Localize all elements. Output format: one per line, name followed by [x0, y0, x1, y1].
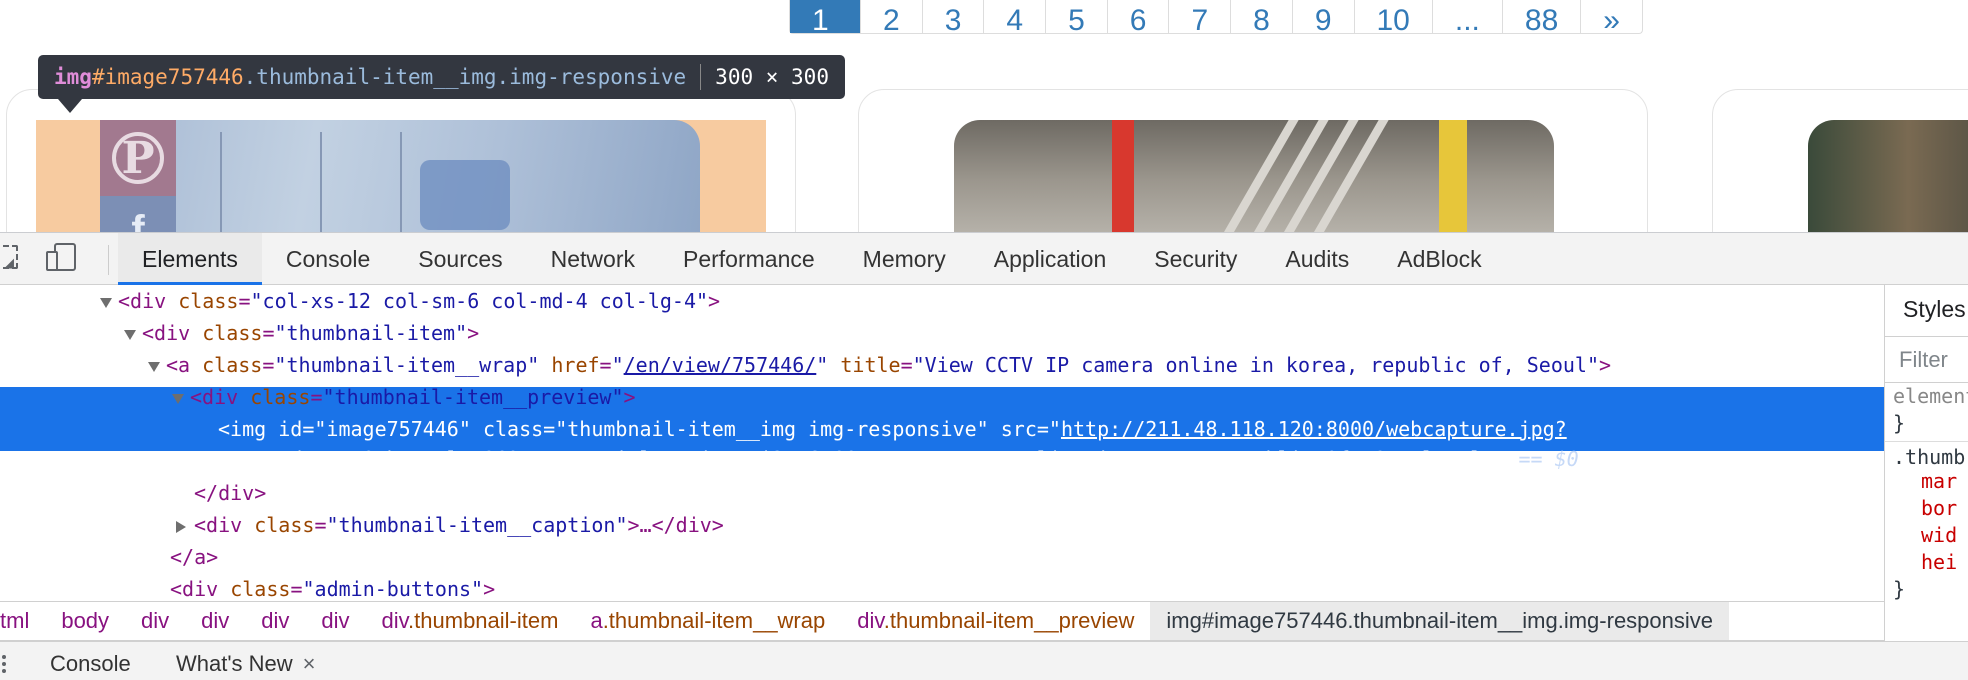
dom-node[interactable]: <div class="thumbnail-item__preview"> — [0, 381, 1884, 413]
tooltip-divider — [700, 64, 702, 90]
tab-adblock[interactable]: AdBlock — [1373, 233, 1505, 285]
dom-node[interactable]: <div class="col-xs-12 col-sm-6 col-md-4 … — [0, 285, 1884, 317]
devtools-tabs: Elements Console Sources Network Perform… — [118, 233, 1506, 285]
devtools-drawer: Console What's New × — [0, 641, 1968, 680]
drawer-menu-icon[interactable] — [0, 652, 12, 676]
tab-performance[interactable]: Performance — [659, 233, 839, 285]
css-property[interactable]: hei — [1885, 549, 1968, 576]
expand-triangle-icon[interactable] — [176, 520, 186, 533]
collapse-triangle-icon[interactable] — [124, 329, 136, 340]
pagination: 1 2 3 4 5 6 7 8 9 10 ... 88 » — [789, 0, 1643, 34]
breadcrumb: tml body div div div div div.thumbnail-i… — [0, 601, 1884, 641]
camera-thumbnail-image[interactable] — [1808, 120, 1968, 232]
close-icon[interactable]: × — [303, 651, 316, 676]
pinterest-share-button[interactable]: P — [100, 120, 176, 196]
page-ellipsis: ... — [1431, 0, 1502, 33]
page-viewport: 1 2 3 4 5 6 7 8 9 10 ... 88 » P f img #im… — [0, 0, 1968, 232]
dom-node[interactable]: <div class="admin-buttons"> — [0, 573, 1884, 601]
tooltip-id: #image757446 — [91, 65, 244, 89]
camera-thumbnail-image[interactable] — [954, 120, 1554, 232]
device-toolbar-icon[interactable] — [46, 243, 76, 273]
element-style-rule[interactable]: element — [1885, 383, 1968, 410]
page-link-1[interactable]: 1 — [790, 0, 860, 33]
page-link-9[interactable]: 9 — [1291, 0, 1354, 33]
page-link-7[interactable]: 7 — [1168, 0, 1230, 33]
css-property[interactable]: mar — [1885, 468, 1968, 495]
dom-node[interactable]: </div> — [0, 477, 1884, 509]
tab-console[interactable]: Console — [262, 233, 394, 285]
page-link-2[interactable]: 2 — [860, 0, 922, 33]
dom-node[interactable]: <div class="thumbnail-item"> — [0, 317, 1884, 349]
collapse-triangle-icon[interactable] — [172, 393, 184, 404]
page-link-6[interactable]: 6 — [1106, 0, 1169, 33]
devtools-toolbar: Elements Console Sources Network Perform… — [0, 233, 1968, 285]
rule-brace: } — [1893, 577, 1906, 601]
page-link-4[interactable]: 4 — [983, 0, 1045, 33]
css-property[interactable]: wid — [1885, 522, 1968, 549]
styles-pane: Styles Filter element } .thumb mar bor w… — [1884, 285, 1968, 641]
page-link-88[interactable]: 88 — [1501, 0, 1580, 33]
breadcrumb-item-active[interactable]: img#image757446.thumbnail-item__img.img-… — [1150, 602, 1730, 640]
devtools-panel: Elements Console Sources Network Perform… — [0, 232, 1968, 680]
page-next[interactable]: » — [1580, 0, 1642, 33]
href-link[interactable]: /en/view/757446/ — [624, 353, 817, 377]
tooltip-tag: img — [54, 65, 92, 89]
tooltip-arrow — [58, 99, 82, 113]
tooltip-dimensions: 300 × 300 — [715, 65, 829, 89]
dom-node[interactable]: </a> — [0, 541, 1884, 573]
dom-node-selected-img[interactable]: <img id="image757446" class="thumbnail-i… — [0, 413, 1884, 445]
dom-node[interactable]: <div class="thumbnail-item__caption">…</… — [0, 509, 1884, 541]
img-src-link[interactable]: command=snap&channel=1?COUNTER — [218, 447, 579, 471]
tab-styles[interactable]: Styles — [1885, 285, 1968, 337]
breadcrumb-item[interactable]: body — [45, 602, 125, 640]
page-link-3[interactable]: 3 — [921, 0, 984, 33]
inspect-element-icon[interactable] — [0, 245, 18, 269]
breadcrumb-item[interactable]: div — [305, 602, 365, 640]
breadcrumb-item[interactable]: div.thumbnail-item__preview — [841, 602, 1150, 640]
css-property[interactable]: bor — [1885, 495, 1968, 522]
camera-thumbnail-image[interactable] — [100, 120, 700, 232]
pinterest-icon: P — [112, 132, 164, 184]
rule-brace: } — [1893, 411, 1906, 435]
breadcrumb-item[interactable]: div.thumbnail-item — [366, 602, 575, 640]
drawer-tab-console[interactable]: Console — [50, 642, 131, 680]
breadcrumb-item[interactable]: tml — [0, 602, 45, 640]
dom-tree: <div class="col-xs-12 col-sm-6 col-md-4 … — [0, 285, 1884, 601]
drawer-tab-whats-new[interactable]: What's New × — [176, 642, 316, 680]
collapse-triangle-icon[interactable] — [148, 361, 160, 372]
tab-elements[interactable]: Elements — [118, 233, 262, 285]
tab-sources[interactable]: Sources — [394, 233, 526, 285]
collapse-triangle-icon[interactable] — [100, 297, 112, 308]
page-link-8[interactable]: 8 — [1230, 0, 1292, 33]
breadcrumb-item[interactable]: div — [245, 602, 305, 640]
tab-audits[interactable]: Audits — [1261, 233, 1373, 285]
page-link-10[interactable]: 10 — [1353, 0, 1432, 33]
dom-node-selected-img-cont[interactable]: command=snap&channel=1?COUNTER" title="V… — [0, 443, 1884, 475]
breadcrumb-item[interactable]: div — [125, 602, 185, 640]
tooltip-classes: .thumbnail-item__img.img-responsive — [243, 65, 687, 89]
breadcrumb-item[interactable]: a.thumbnail-item__wrap — [574, 602, 841, 640]
css-rule-selector[interactable]: .thumb — [1885, 441, 1968, 469]
facebook-share-button[interactable]: f — [100, 196, 176, 232]
dom-node[interactable]: <a class="thumbnail-item__wrap" href="/e… — [0, 349, 1884, 381]
console-ref-marker: == $0 — [1518, 447, 1579, 471]
tab-application[interactable]: Application — [970, 233, 1131, 285]
styles-filter-input[interactable]: Filter — [1885, 337, 1968, 383]
breadcrumb-item[interactable]: div — [185, 602, 245, 640]
tab-network[interactable]: Network — [527, 233, 659, 285]
tab-memory[interactable]: Memory — [839, 233, 970, 285]
inspect-tooltip: img #image757446 .thumbnail-item__img.img-… — [38, 55, 845, 99]
tab-security[interactable]: Security — [1130, 233, 1261, 285]
page-link-5[interactable]: 5 — [1045, 0, 1107, 33]
img-src-link[interactable]: http://211.48.118.120:8000/webcapture.jp… — [1061, 417, 1567, 441]
social-share-buttons: P f — [100, 120, 176, 232]
toolbar-divider — [108, 245, 109, 275]
